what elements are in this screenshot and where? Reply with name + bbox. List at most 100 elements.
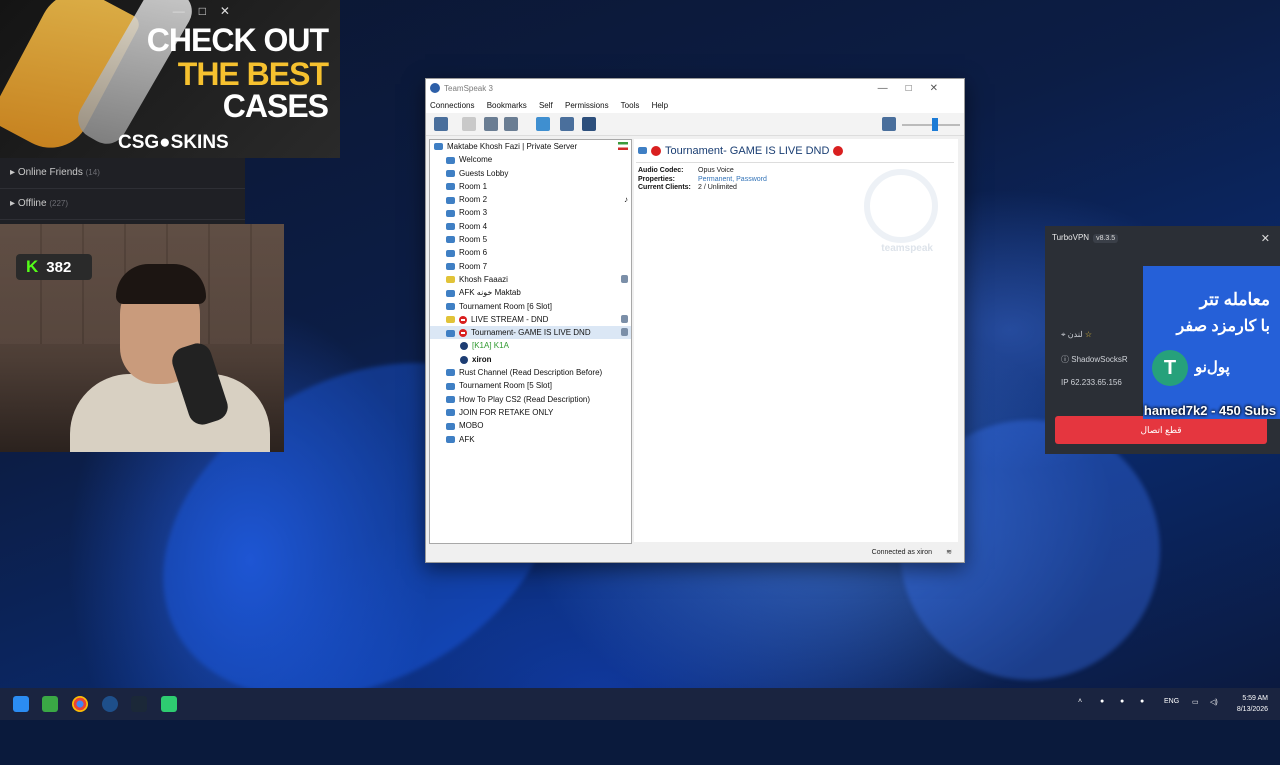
clock-time: 5:59 AM	[1242, 695, 1268, 702]
user-row[interactable]: xiron	[430, 353, 631, 366]
channel-name: Welcome	[459, 155, 493, 165]
channel-name: Room 1	[459, 181, 488, 191]
language-indicator[interactable]: ENG	[1164, 698, 1179, 705]
channel-row[interactable]: How To Play CS2 (Read Description)	[430, 393, 631, 406]
dnd-icon	[459, 315, 467, 324]
menu-connections[interactable]: Connections	[430, 101, 474, 110]
channel-icon	[446, 196, 455, 204]
channel-row[interactable]: MOBO	[430, 419, 631, 432]
channel-name: Room 3	[459, 208, 488, 218]
menu-bar: Connections Bookmarks Self Permissions T…	[426, 99, 964, 113]
window-titlebar: TeamSpeak 3 —□✕	[426, 79, 964, 99]
channel-row[interactable]: Room 4	[430, 220, 631, 233]
stats-app-icon[interactable]	[42, 696, 58, 712]
channel-row[interactable]: Room 7	[430, 260, 631, 273]
offline-friends-row[interactable]: ▸ Offline (227)	[0, 189, 245, 220]
dnd-icon	[651, 146, 661, 157]
volume-slider[interactable]	[902, 124, 960, 126]
channel-row[interactable]: Rust Channel (Read Description Before)	[430, 366, 631, 379]
channel-row-selected[interactable]: Tournament- GAME IS LIVE DND	[430, 326, 631, 340]
dnd-icon	[833, 146, 844, 157]
chevron-up-icon[interactable]: ˄	[1078, 698, 1082, 705]
server-row[interactable]: Maktabe Khosh Fazi | Private Server	[430, 140, 631, 153]
teamspeak-logo-icon	[864, 169, 938, 243]
channel-row[interactable]: Room 5	[430, 233, 631, 246]
status-bar: Connected as xiron ≋	[426, 544, 964, 562]
user-icon	[460, 355, 468, 364]
tray-app-icon[interactable]: ●	[1100, 698, 1104, 705]
clients-label: Current Clients:	[638, 184, 691, 191]
star-icon[interactable]: ☆	[1085, 330, 1092, 339]
channel-row[interactable]: AFK	[430, 433, 631, 446]
window-controls[interactable]: —□✕	[878, 79, 956, 99]
channel-info-title: Tournament- GAME IS LIVE DND	[665, 145, 830, 157]
channel-properties: Audio Codec: Opus Voice Properties: Perman…	[638, 167, 767, 193]
channel-row[interactable]: Tournament Room [6 Slot]	[430, 300, 631, 313]
channel-icon	[446, 316, 455, 324]
close-icon[interactable]: ✕	[1261, 232, 1270, 245]
channel-row[interactable]: Welcome	[430, 153, 631, 166]
audio-codec-value: Opus Voice	[698, 167, 734, 174]
app-icon[interactable]	[161, 696, 177, 712]
user-name: [K1A] K1A	[472, 341, 509, 351]
channel-row[interactable]: LIVE STREAM - DND	[430, 313, 631, 326]
mute-mic-icon[interactable]	[484, 117, 498, 131]
chrome-icon[interactable]	[72, 696, 88, 712]
ad-line-2: با کارمزد صفر	[1176, 318, 1270, 335]
menu-self[interactable]: Self	[539, 101, 553, 110]
channel-icon	[446, 422, 455, 430]
channel-row[interactable]: Guests Lobby	[430, 167, 631, 180]
offline-friends-count: (227)	[49, 199, 69, 208]
vpn-title: TurboVPN	[1052, 233, 1090, 242]
kick-icon: K	[26, 257, 39, 276]
steam-icon[interactable]	[131, 696, 147, 712]
connect-icon[interactable]	[434, 117, 448, 131]
online-friends-row[interactable]: ▸ Online Friends (14)	[0, 158, 245, 189]
channel-icon	[446, 369, 455, 377]
channel-row[interactable]: Room 2 ♪	[430, 193, 631, 206]
mouse-cursor-icon	[640, 360, 645, 369]
channel-name: How To Play CS2 (Read Description)	[459, 394, 591, 404]
teamspeak-taskbar-icon[interactable]	[102, 696, 118, 712]
channel-row[interactable]: Khosh Faaazi	[430, 273, 631, 286]
menu-help[interactable]: Help	[652, 101, 668, 110]
microphone-icon[interactable]: ●	[1140, 698, 1144, 705]
windows-start-icon[interactable]	[13, 696, 29, 712]
channel-icon	[638, 147, 647, 154]
disconnect-button[interactable]: قطع اتصال	[1055, 416, 1267, 444]
channel-name: JOIN FOR RETAKE ONLY	[459, 407, 554, 417]
channel-row[interactable]: Tournament Room [5 Slot]	[430, 379, 631, 392]
user-row[interactable]: [K1A] K1A	[430, 339, 631, 352]
channel-row[interactable]: AFK خونه Maktab	[430, 286, 631, 299]
contacts-icon[interactable]	[560, 117, 574, 131]
disconnect-icon[interactable]	[462, 117, 476, 131]
channel-row[interactable]: Room 6	[430, 246, 631, 259]
volume-slider-handle[interactable]	[932, 118, 938, 131]
volume-icon[interactable]: ◁)	[1210, 698, 1218, 706]
channel-icon	[446, 156, 455, 164]
channel-name: Room 2	[459, 195, 488, 205]
whisper-icon[interactable]	[582, 117, 596, 131]
menu-permissions[interactable]: Permissions	[565, 101, 609, 110]
steam-tray-icon[interactable]: ●	[1120, 698, 1124, 705]
server-name: Maktabe Khosh Fazi | Private Server	[447, 142, 578, 151]
mute-speaker-icon[interactable]	[504, 117, 518, 131]
music-note-icon: ♪	[624, 195, 628, 205]
channel-row[interactable]: Room 3	[430, 206, 631, 219]
channel-tree: Maktabe Khosh Fazi | Private Server Welc…	[429, 139, 632, 544]
away-icon[interactable]	[536, 117, 550, 131]
vpn-location[interactable]: ⌖ لندن ☆	[1061, 330, 1092, 340]
channel-icon	[446, 236, 455, 244]
channel-name: Room 5	[459, 235, 488, 245]
network-icon[interactable]: ▭	[1192, 698, 1199, 706]
channel-name: Room 7	[459, 261, 488, 271]
volume-icon[interactable]	[882, 117, 896, 131]
ad-brand: CSG●SKINS	[118, 132, 229, 153]
menu-tools[interactable]: Tools	[621, 101, 640, 110]
tether-coin-icon: T	[1152, 350, 1188, 386]
info-icon: ⓘ	[1061, 355, 1069, 364]
channel-row[interactable]: JOIN FOR RETAKE ONLY	[430, 406, 631, 419]
menu-bookmarks[interactable]: Bookmarks	[487, 101, 527, 110]
clock[interactable]: 5:59 AM 8/13/2026	[1237, 693, 1268, 715]
channel-row[interactable]: Room 1	[430, 180, 631, 193]
